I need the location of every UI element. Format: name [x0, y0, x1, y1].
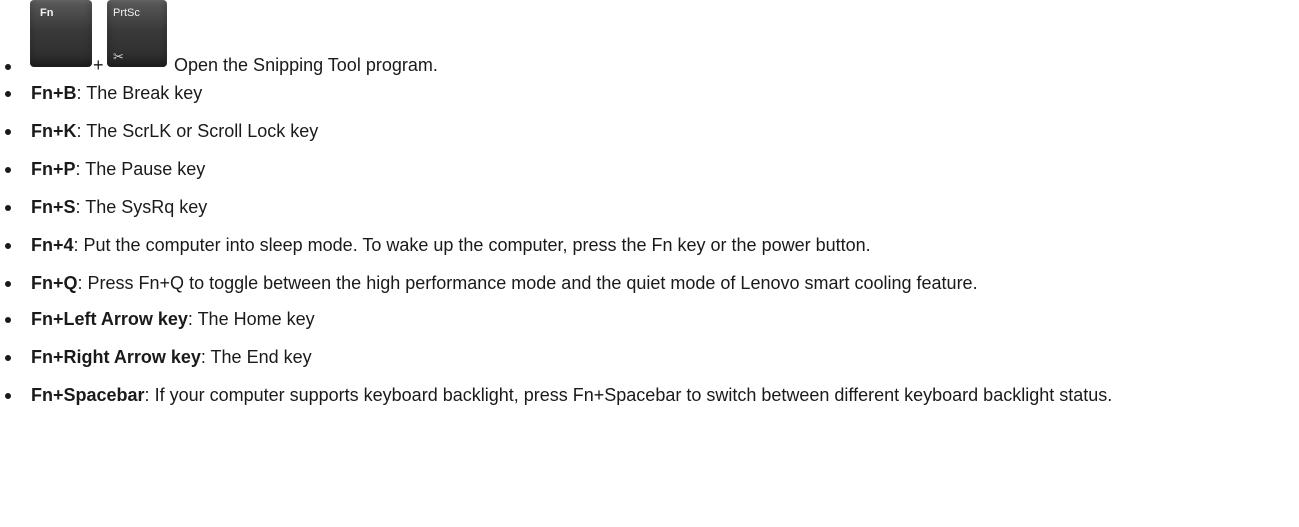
separator: : — [76, 121, 87, 141]
item-description: The ScrLK or Scroll Lock key — [86, 121, 319, 141]
list-item: Fn+P: The Pause key — [0, 158, 1295, 180]
bullet-icon — [5, 167, 11, 173]
bullet-icon — [5, 317, 11, 323]
separator: : — [75, 197, 86, 217]
bullet-icon — [5, 243, 11, 249]
list-item: Fn+Right Arrow key: The End key — [0, 346, 1295, 368]
separator: : — [77, 273, 88, 293]
bullet-icon — [5, 64, 11, 70]
bullet-icon — [5, 91, 11, 97]
prtsc-key-icon: PrtSc ✂ — [107, 0, 167, 67]
list-item: Fn+4: Put the computer into sleep mode. … — [0, 234, 1295, 256]
scissors-icon: ✂ — [113, 49, 124, 64]
document-page: Fn + PrtSc ✂ Open the Snipping Tool prog… — [0, 0, 1299, 527]
list-item: Fn+S: The SysRq key — [0, 196, 1295, 218]
item-description: The Pause key — [85, 159, 206, 179]
item-description: If your computer supports keyboard backl… — [154, 385, 1113, 405]
key-combo: Fn+P — [31, 159, 76, 179]
key-combo: Fn+4 — [31, 235, 74, 255]
separator: : — [144, 385, 155, 405]
item-description: Press Fn+Q to toggle between the high pe… — [87, 273, 978, 293]
list-item: Fn+K: The ScrLK or Scroll Lock key — [0, 120, 1295, 142]
item-description: The End key — [210, 347, 312, 367]
key-combo: Fn+Q — [31, 273, 78, 293]
key-combo: Fn+B — [31, 83, 77, 103]
list-item: Fn+B: The Break key — [0, 82, 1295, 104]
fn-key-icon: Fn — [30, 0, 92, 67]
plus-sign: + — [93, 55, 104, 75]
item-description: The Home key — [197, 309, 315, 329]
list-item: Fn+Spacebar: If your computer supports k… — [0, 384, 1295, 406]
separator: : — [76, 83, 87, 103]
separator: : — [200, 347, 211, 367]
bullet-icon — [5, 355, 11, 361]
prtsc-key-label: PrtSc — [113, 7, 140, 19]
list-item: Fn+Q: Press Fn+Q to toggle between the h… — [0, 272, 1295, 294]
shortcut-items: Fn+B: The Break key Fn+K: The ScrLK or S… — [0, 82, 1295, 406]
bullet-icon — [5, 129, 11, 135]
key-combo: Fn+K — [31, 121, 77, 141]
item-description: Put the computer into sleep mode. To wak… — [83, 235, 871, 255]
fn-key-label: Fn — [40, 7, 54, 19]
key-combo: Fn+S — [31, 197, 76, 217]
list-item: Fn+Left Arrow key: The Home key — [0, 308, 1295, 330]
key-combo: Fn+Right Arrow key — [31, 347, 201, 367]
bullet-icon — [5, 393, 11, 399]
bullet-icon — [5, 205, 11, 211]
bullet-icon — [5, 281, 11, 287]
item-description: The Break key — [86, 83, 203, 103]
item-description: The SysRq key — [85, 197, 208, 217]
snipping-tool-description: Open the Snipping Tool program. — [174, 55, 438, 75]
list-item-snipping-tool: Fn + PrtSc ✂ Open the Snipping Tool prog… — [0, 0, 1290, 80]
key-combo: Fn+Left Arrow key — [31, 309, 188, 329]
separator: : — [73, 235, 84, 255]
separator: : — [75, 159, 86, 179]
separator: : — [187, 309, 198, 329]
key-combo: Fn+Spacebar — [31, 385, 145, 405]
